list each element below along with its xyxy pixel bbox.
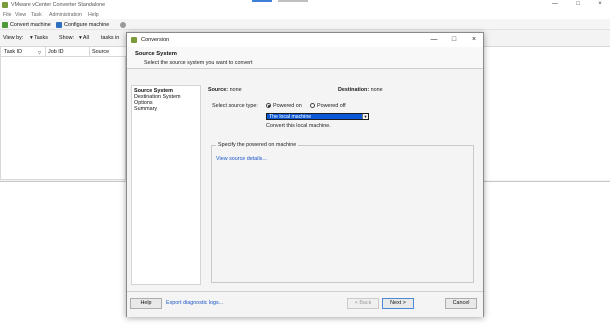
dialog-titlebar: Conversion — □ × [127,33,483,47]
conversion-dialog: Conversion — □ × Source System Select th… [126,32,484,317]
dialog-footer: Help Export diagnostic logs... < Back Ne… [127,291,483,317]
convert-machine-label: Convert machine [10,21,51,28]
sort-icon: ▽ [38,50,42,55]
task-grid-header: Task ID ▽ Job ID Source [1,47,127,57]
app-logo-icon [2,2,8,8]
column-source[interactable]: Source [92,49,109,55]
chevron-down-icon[interactable]: ▼ [362,114,368,119]
machine-type-select[interactable]: The local machine ▼ [266,113,369,120]
dialog-maximize-button[interactable]: □ [447,35,461,45]
convert-machine-button[interactable]: Convert machine [2,20,51,29]
next-button[interactable]: Next > [382,298,414,309]
toolbar: Convert machine Configure machine [0,19,610,30]
show-value: All [82,35,89,41]
column-divider[interactable] [45,47,46,57]
menu-task[interactable]: Task [31,12,42,18]
select-source-type-label: Select source type: [212,103,258,109]
dialog-title: Conversion [141,37,170,43]
menu-administration[interactable]: Administration [49,12,82,18]
dialog-close-button[interactable]: × [467,35,481,45]
view-by-dropdown[interactable]: ▾ Tasks [30,35,48,41]
column-task-id[interactable]: Task ID [4,49,22,55]
configure-machine-button[interactable]: Configure machine [56,20,109,29]
cancel-button[interactable]: Cancel [445,298,477,309]
source-summary: Source: none [208,87,242,93]
destination-value: none [370,87,383,93]
powered-off-radio[interactable] [310,103,315,108]
refresh-icon [120,21,126,28]
destination-summary: Destination: none [338,87,383,93]
app-title: VMware vCenter Converter Standalone [11,2,106,8]
configure-machine-label: Configure machine [64,21,110,28]
dialog-heading: Source System [135,51,177,57]
menu-view[interactable]: View [15,12,26,18]
powered-on-radio[interactable] [266,103,271,108]
app-titlebar: VMware vCenter Converter Standalone — □ … [0,0,610,11]
app-close-button[interactable]: × [593,1,607,10]
source-value: none [229,87,242,93]
conversion-logo-icon [131,37,137,43]
view-source-details-link[interactable]: View source details... [216,156,267,162]
accent-mark [278,0,308,2]
machine-type-value: The local machine [269,114,312,120]
source-system-panel: Source: none Destination: none Select so… [203,85,479,285]
title-accent-marks [252,0,308,2]
dialog-minimize-button[interactable]: — [427,35,441,45]
app-maximize-button[interactable]: □ [571,1,585,10]
menu-file[interactable]: File [3,12,11,18]
machine-type-description: Convert this local machine. [266,123,331,129]
show-label: Show: [59,35,74,41]
dialog-header: Source System Select the source system y… [127,47,483,69]
powered-on-machine-group: Specify the powered on machine View sour… [211,142,474,283]
task-grid: Task ID ▽ Job ID Source [0,46,127,180]
tasks-in-label: tasks in [101,35,120,41]
nav-summary[interactable]: Summary [134,106,157,112]
powered-on-label[interactable]: Powered on [273,103,302,109]
back-button[interactable]: < Back [347,298,379,309]
export-diagnostic-logs-link[interactable]: Export diagnostic logs... [166,300,223,306]
show-dropdown[interactable]: ▾ All [79,35,89,41]
configure-icon [56,21,62,28]
column-job-id[interactable]: Job ID [48,49,64,55]
column-divider[interactable] [89,47,90,57]
app-minimize-button[interactable]: — [548,1,562,10]
refresh-button[interactable] [120,20,126,29]
view-by-label: View by: [3,35,24,41]
destination-label: Destination: [338,87,370,93]
group-title: Specify the powered on machine [216,142,299,148]
convert-icon [2,21,8,28]
menu-bar: File View Task Administration Help [0,11,610,19]
dialog-subheading: Select the source system you want to con… [144,60,253,66]
task-grid-right [484,46,610,180]
help-button[interactable]: Help [130,298,162,309]
view-by-value: Tasks [34,35,48,41]
powered-off-label[interactable]: Powered off [317,103,346,109]
source-label: Source: [208,87,229,93]
accent-mark [252,0,272,2]
menu-help[interactable]: Help [88,12,99,18]
wizard-nav: Source System Destination System Options… [131,85,201,285]
